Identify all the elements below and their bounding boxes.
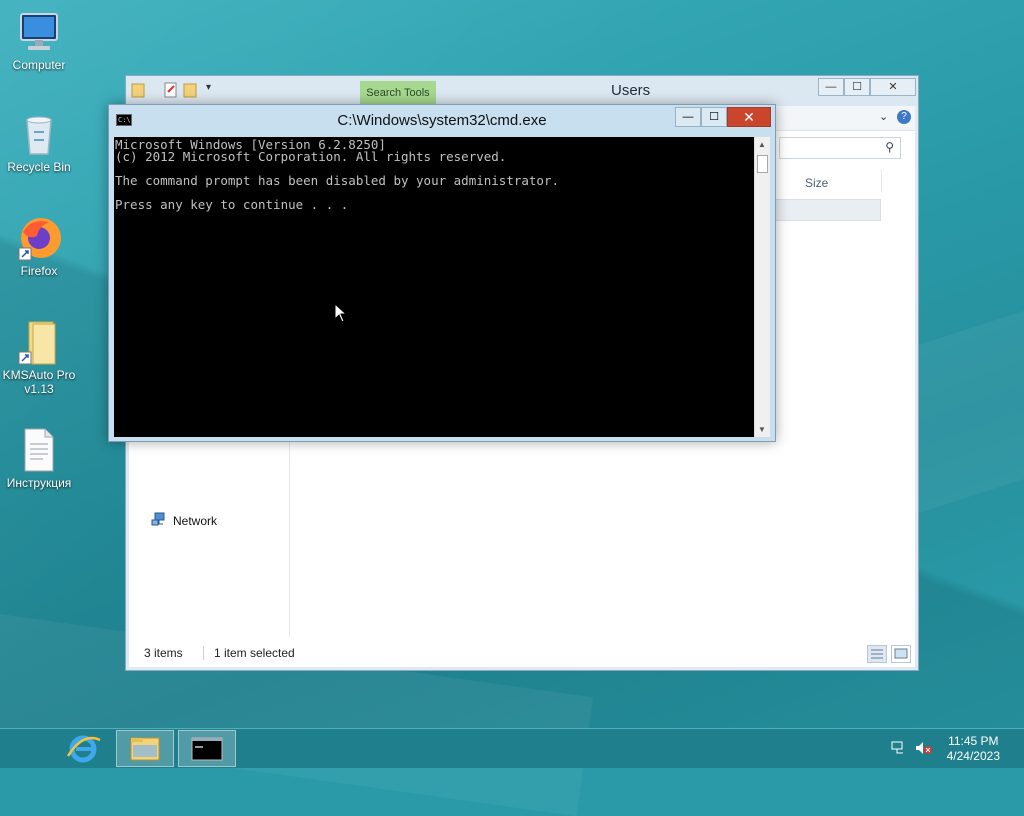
text-document-icon: [15, 426, 63, 474]
desktop-icon-label: KMSAuto Pro v1.13: [2, 368, 76, 396]
nav-item-label: Network: [173, 513, 218, 528]
cmd-titlebar[interactable]: C:\ C:\Windows\system32\cmd.exe — ☐ ✕: [109, 105, 775, 135]
details-view-icon[interactable]: [867, 645, 887, 663]
column-separator[interactable]: [881, 170, 882, 192]
desktop-icon-firefox[interactable]: Firefox: [0, 214, 78, 278]
column-header-size[interactable]: Size: [805, 176, 828, 190]
recycle-bin-icon: [15, 110, 63, 158]
maximize-button[interactable]: ☐: [844, 78, 870, 96]
network-tray-icon[interactable]: [891, 741, 907, 755]
new-folder-icon[interactable]: [183, 82, 197, 98]
expand-ribbon-icon[interactable]: ⌄: [879, 110, 888, 123]
customize-quick-access-icon[interactable]: ▾: [206, 82, 220, 98]
volume-muted-icon[interactable]: [915, 741, 932, 755]
explorer-titlebar[interactable]: ▾ Search Tools Users — ☐ ✕: [126, 76, 918, 106]
close-button[interactable]: ✕: [870, 78, 916, 96]
folder-shortcut-icon: [15, 318, 63, 366]
desktop-icon-label: Recycle Bin: [7, 160, 71, 174]
mouse-pointer-icon: [334, 303, 348, 323]
minimize-button[interactable]: —: [818, 78, 844, 96]
close-button[interactable]: ✕: [727, 107, 771, 127]
nav-item-network[interactable]: Network: [151, 512, 217, 529]
taskbar-internet-explorer[interactable]: [54, 730, 112, 767]
console-output[interactable]: Microsoft Windows [Version 6.2.8250] (c) …: [114, 137, 754, 437]
search-icon: ⚲: [885, 140, 894, 154]
window-title: Users: [611, 82, 651, 99]
desktop-icon-label: Firefox: [20, 264, 58, 278]
firefox-icon: [15, 214, 63, 262]
status-item-count: 3 items: [144, 646, 183, 660]
clock-time: 11:45 PM: [948, 734, 999, 748]
internet-explorer-icon: [66, 735, 101, 763]
desktop-icon-label: Computer: [12, 58, 66, 72]
status-bar: 3 items 1 item selected: [129, 639, 915, 667]
search-input[interactable]: ⚲: [779, 137, 901, 159]
search-tools-tab[interactable]: Search Tools: [360, 81, 436, 105]
taskbar-file-explorer[interactable]: [116, 730, 174, 767]
network-icon: [151, 512, 167, 529]
console-line: The command prompt has been disabled by …: [115, 173, 560, 188]
taskbar: 11:45 PM 4/24/2023: [0, 728, 1024, 768]
status-selection: 1 item selected: [203, 646, 295, 660]
selected-row[interactable]: [774, 199, 881, 221]
large-icons-view-icon[interactable]: [891, 645, 911, 663]
scroll-down-icon[interactable]: ▼: [758, 425, 766, 434]
maximize-button[interactable]: ☐: [701, 107, 727, 127]
properties-icon[interactable]: [164, 82, 178, 98]
console-line: Press any key to continue . . .: [115, 197, 349, 212]
folder-icon: [131, 82, 145, 98]
computer-icon: [15, 8, 63, 56]
desktop-icon-recycle-bin[interactable]: Recycle Bin: [0, 110, 78, 174]
desktop-icon-computer[interactable]: Computer: [0, 8, 78, 72]
clock-date: 4/24/2023: [946, 749, 1000, 763]
console-icon: [191, 737, 223, 761]
scroll-thumb[interactable]: [757, 155, 768, 173]
desktop-icon-kmsauto[interactable]: KMSAuto Pro v1.13: [0, 318, 78, 396]
scroll-up-icon[interactable]: ▲: [758, 140, 766, 149]
cmd-window[interactable]: C:\ C:\Windows\system32\cmd.exe — ☐ ✕ Mi…: [108, 104, 776, 442]
minimize-button[interactable]: —: [675, 107, 701, 127]
vertical-scrollbar[interactable]: ▲ ▼: [754, 137, 770, 437]
desktop-icon-instruction[interactable]: Инструкция: [0, 426, 78, 490]
help-icon[interactable]: ?: [897, 110, 911, 124]
console-line: (c) 2012 Microsoft Corporation. All righ…: [115, 149, 507, 164]
taskbar-cmd[interactable]: [178, 730, 236, 767]
desktop-icon-label: Инструкция: [6, 476, 72, 490]
system-clock[interactable]: 11:45 PM 4/24/2023: [947, 734, 1000, 764]
file-explorer-icon: [130, 737, 160, 761]
